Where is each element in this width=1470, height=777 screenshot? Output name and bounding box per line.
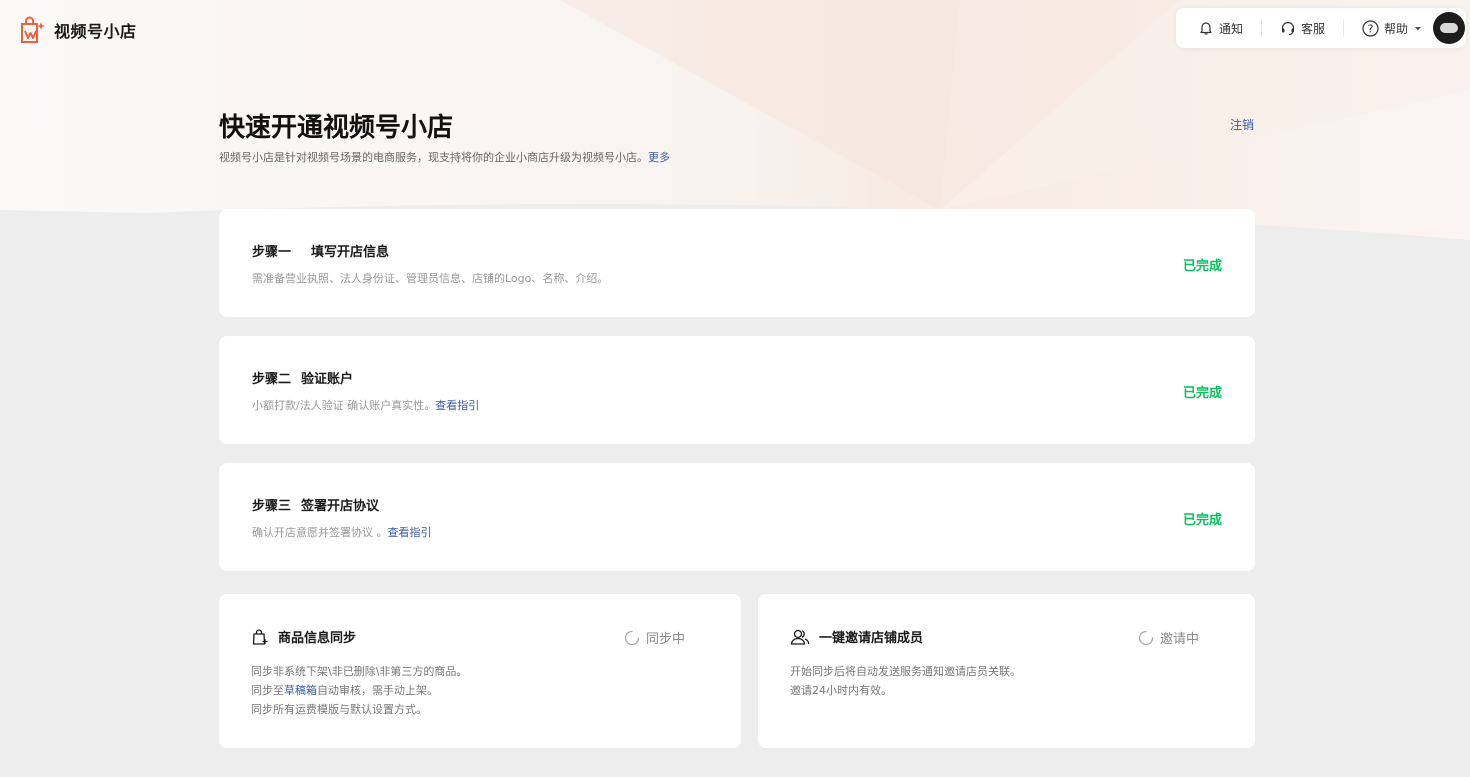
view-guide-link[interactable]: 查看指引	[388, 526, 432, 539]
step-name: 填写开店信息	[311, 245, 390, 260]
step-description: 确认开店意愿并签署协议 。查看指引	[252, 524, 432, 540]
brand-name: 视频号小店	[54, 22, 137, 41]
step-number: 步骤二	[252, 372, 292, 387]
invite-status-text: 邀请中	[1160, 632, 1200, 647]
step-card-2: 步骤二 验证账户 小额打款/法人验证 确认账户真实性。查看指引 已完成	[219, 336, 1255, 444]
detail-line: 邀请24小时内有效。	[790, 684, 892, 697]
step-card-3: 步骤三 签署开店协议 确认开店意愿并签署协议 。查看指引 已完成	[219, 463, 1255, 571]
detail-line: 开始同步后将自动发送服务通知邀请店员关联。	[790, 665, 1021, 678]
invite-members-header: 一键邀请店铺成员	[790, 627, 923, 646]
top-toolbar: 通知 客服 ? 帮助	[1176, 8, 1466, 48]
toolbar-divider	[1261, 19, 1263, 37]
page-description: 视频号小店是针对视频号场景的电商服务，现支持将你的企业小商店升级为视频号小店。更…	[219, 149, 670, 165]
avatar-logo	[1440, 23, 1458, 33]
sync-progress: 同步中	[624, 628, 685, 647]
step-description-text: 小额打款/法人验证 确认账户真实性。	[252, 399, 436, 412]
invite-members-card: 一键邀请店铺成员 邀请中 开始同步后将自动发送服务通知邀请店员关联。 邀请24小…	[758, 594, 1255, 748]
product-sync-details: 同步非系统下架\非已删除\非第三方的商品。 同步至草稿箱自动审核，需手动上架。 …	[251, 662, 467, 719]
service-button[interactable]: 客服	[1280, 20, 1325, 37]
toolbar-divider	[1343, 19, 1345, 37]
step-card-1: 步骤一 填写开店信息 需准备营业执照、法人身份证、管理员信息、店铺的Logo、名称…	[219, 209, 1255, 317]
bell-icon	[1200, 22, 1212, 35]
top-bar: 视频号小店 通知 客服 ? 帮助	[0, 0, 1470, 60]
step-description-text: 确认开店意愿并签署协议 。	[252, 526, 388, 539]
invite-progress: 邀请中	[1138, 628, 1199, 647]
view-guide-link[interactable]: 查看指引	[435, 399, 479, 412]
help-dropdown[interactable]: ? 帮助	[1362, 19, 1423, 37]
avatar[interactable]	[1433, 12, 1465, 44]
invite-members-details: 开始同步后将自动发送服务通知邀请店员关联。 邀请24小时内有效。	[790, 662, 1021, 700]
step-title: 步骤二 验证账户	[252, 368, 353, 387]
more-link[interactable]: 更多	[648, 151, 670, 164]
page-description-text: 视频号小店是针对视频号场景的电商服务，现支持将你的企业小商店升级为视频号小店。	[219, 151, 648, 164]
help-label: 帮助	[1384, 21, 1409, 36]
detail-line: 同步非系统下架\非已删除\非第三方的商品。	[251, 665, 468, 678]
detail-line: 同步至草稿箱自动审核，需手动上架。	[251, 681, 467, 700]
detail-text: 自动审核，需手动上架。	[317, 684, 438, 697]
step-title: 步骤三 签署开店协议	[252, 495, 379, 514]
step-name: 验证账户	[301, 372, 354, 387]
step-number: 步骤三	[252, 499, 292, 514]
step-description: 小额打款/法人验证 确认账户真实性。查看指引	[252, 397, 479, 413]
members-icon	[790, 629, 810, 645]
step-status: 已完成	[1182, 513, 1222, 528]
step-title: 步骤一 填写开店信息	[252, 241, 389, 260]
product-sync-title: 商品信息同步	[278, 631, 357, 646]
service-label: 客服	[1301, 21, 1326, 36]
logout-link[interactable]: 注销	[1230, 116, 1254, 133]
detail-text: 同步至	[251, 684, 284, 697]
svg-text:?: ?	[1368, 22, 1374, 35]
step-number: 步骤一	[252, 245, 292, 260]
notify-label: 通知	[1219, 21, 1244, 36]
product-sync-header: 商品信息同步	[251, 627, 356, 646]
sync-status-text: 同步中	[646, 632, 686, 647]
brand[interactable]: 视频号小店	[16, 15, 137, 45]
notify-button[interactable]: 通知	[1198, 20, 1243, 37]
step-description-text: 需准备营业执照、法人身份证、管理员信息、店铺的Logo、名称、介绍。	[252, 272, 609, 285]
help-circle-icon: ?	[1362, 19, 1379, 37]
caret-down-icon	[1415, 27, 1422, 31]
step-status: 已完成	[1182, 386, 1222, 401]
loading-spinner-icon	[624, 630, 640, 645]
headset-icon	[1281, 21, 1295, 36]
detail-line: 同步所有运费模版与默认设置方式。	[251, 703, 427, 716]
step-name: 签署开店协议	[301, 499, 380, 514]
invite-members-title: 一键邀请店铺成员	[819, 631, 924, 646]
page-title: 快速开通视频号小店	[219, 113, 454, 143]
drafts-link[interactable]: 草稿箱	[284, 684, 317, 697]
product-sync-card: 商品信息同步 同步中 同步非系统下架\非已删除\非第三方的商品。 同步至草稿箱自…	[219, 594, 741, 748]
step-description: 需准备营业执照、法人身份证、管理员信息、店铺的Logo、名称、介绍。	[252, 270, 608, 286]
step-status: 已完成	[1182, 259, 1222, 274]
loading-spinner-icon	[1138, 630, 1154, 645]
shop-bag-logo-icon	[21, 16, 45, 43]
shopping-bag-add-icon	[252, 628, 268, 645]
